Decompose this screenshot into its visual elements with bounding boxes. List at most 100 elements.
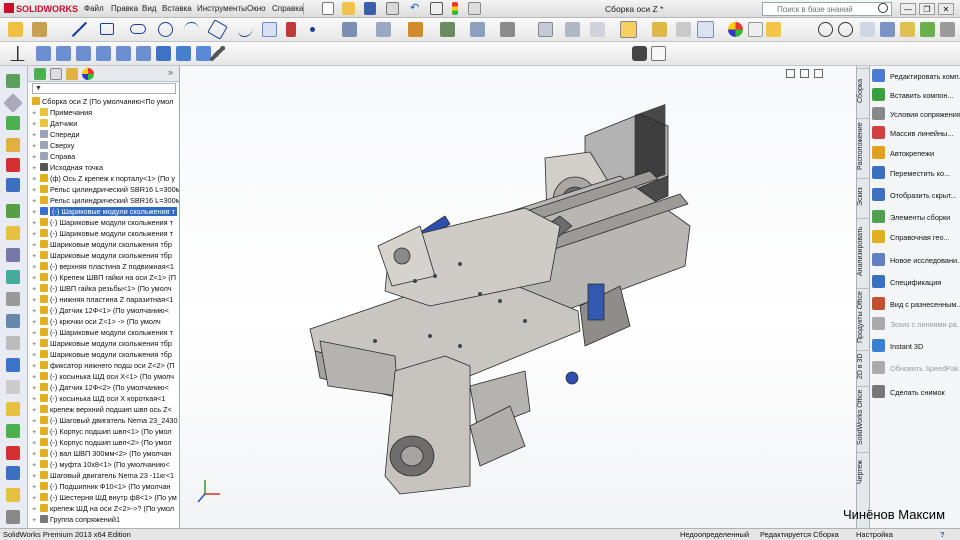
tree-item[interactable]: + (-) верхняя пластина Z подвижная<1 — [28, 261, 179, 272]
bill-of-materials-icon[interactable] — [6, 314, 20, 328]
task-tab[interactable]: SolidWorks Office — [857, 386, 870, 448]
tree-item[interactable]: + (-) Датчик 12Ф<1> (По умолчанию< — [28, 305, 179, 316]
expand-toggle-icon[interactable]: + — [32, 140, 40, 151]
assembly-icon[interactable] — [6, 74, 20, 88]
circle-icon[interactable] — [158, 22, 173, 37]
instant3d-icon[interactable] — [6, 358, 20, 372]
menu-tools[interactable]: Инструменты — [197, 4, 247, 13]
task-pane-item[interactable]: Обновить SpeedPak — [872, 360, 960, 378]
zoom-area-icon[interactable] — [838, 22, 853, 37]
text-icon[interactable] — [286, 22, 296, 37]
view-orientation-icon[interactable] — [880, 22, 895, 37]
tree-item[interactable]: + (-) Шариковые модули скольжения т — [28, 327, 179, 338]
tree-item[interactable]: + (-) муфта 10х8<1> (По умолчанию< — [28, 459, 179, 470]
sensor-icon[interactable] — [6, 402, 20, 416]
expand-toggle-icon[interactable]: + — [32, 294, 40, 305]
expand-toggle-icon[interactable]: + — [32, 228, 40, 239]
mass-properties-icon[interactable] — [6, 510, 20, 524]
interference-icon[interactable] — [6, 424, 20, 438]
spline-icon[interactable] — [238, 22, 253, 37]
display-manager-tab-icon[interactable] — [82, 68, 94, 80]
insert-components-icon[interactable] — [6, 116, 20, 130]
settings-button[interactable]: Настройка — [856, 530, 893, 539]
tree-item[interactable]: + (-) Подшипник Ф10<1> (По умолчан — [28, 481, 179, 492]
component-pattern-icon[interactable] — [6, 158, 20, 172]
menu-file[interactable]: Файл — [84, 4, 104, 13]
front-view-icon[interactable] — [36, 46, 51, 61]
tree-item[interactable]: + Справа — [28, 151, 179, 162]
display-style-icon[interactable] — [900, 22, 915, 37]
point-icon[interactable] — [310, 27, 315, 32]
expand-toggle-icon[interactable]: + — [32, 437, 40, 448]
expand-toggle-icon[interactable]: + — [32, 349, 40, 360]
edit-component-icon[interactable] — [652, 22, 667, 37]
line-icon[interactable] — [72, 22, 87, 37]
rectangle-icon[interactable] — [100, 23, 114, 35]
expand-toggle-icon[interactable]: + — [32, 514, 40, 525]
expand-toggle-icon[interactable]: + — [32, 338, 40, 349]
tree-item[interactable]: + (-) Шариковые модули скольжения т — [28, 228, 179, 239]
task-tab[interactable]: Продукты Office — [857, 288, 870, 346]
expand-toggle-icon[interactable]: + — [32, 316, 40, 327]
tree-item[interactable]: + Шариковые модули скольжения тбр — [28, 250, 179, 261]
task-pane-item[interactable]: Вставить компон... — [872, 87, 960, 105]
task-pane-item[interactable]: Массив линейны... — [872, 125, 960, 143]
arc-icon[interactable] — [184, 22, 199, 37]
expand-toggle-icon[interactable]: + — [32, 404, 40, 415]
task-pane-item[interactable]: Справочная гео... — [872, 229, 960, 247]
menu-insert[interactable]: Вставка — [162, 4, 192, 13]
tree-item[interactable]: + (-) Шаговый двигатель Nema 23_2430 — [28, 415, 179, 426]
menu-view[interactable]: Вид — [142, 4, 156, 13]
file-explorer-icon[interactable] — [766, 22, 781, 37]
task-pane-item[interactable]: Редактировать комп... — [872, 68, 960, 86]
task-pane-item[interactable]: Автокрепежи — [872, 145, 960, 163]
expand-toggle-icon[interactable]: + — [32, 173, 40, 184]
view-settings-icon[interactable] — [940, 22, 955, 37]
tree-item[interactable]: + (-) вал ШВП 300мм<2> (По умолчан — [28, 448, 179, 459]
tree-item[interactable]: + фиксатор нижнего подш оси Z<2> (П — [28, 360, 179, 371]
assembly-features-icon[interactable] — [6, 248, 20, 262]
tree-root[interactable]: Сборка оси Z (По умолчанию<По умол — [28, 96, 179, 107]
expand-toggle-icon[interactable]: + — [32, 250, 40, 261]
task-tab[interactable]: Эскиз — [857, 178, 870, 214]
edit-sketch-icon[interactable] — [3, 93, 23, 113]
back-view-icon[interactable] — [56, 46, 71, 61]
new-motion-study-icon[interactable] — [6, 292, 20, 306]
tree-item[interactable]: + (-) ШВП гайка резьбы<1> (По умолч — [28, 283, 179, 294]
expand-toggle-icon[interactable]: + — [32, 195, 40, 206]
menu-window[interactable]: Окно — [247, 4, 266, 13]
tree-item[interactable]: + Датчики — [28, 118, 179, 129]
tree-item[interactable]: + Сверху — [28, 140, 179, 151]
repair-sketch-icon[interactable] — [565, 22, 580, 37]
options-icon[interactable] — [468, 2, 481, 15]
feature-manager-tab-icon[interactable] — [34, 68, 46, 80]
tree-item[interactable]: + (-) Датчик 12Ф<2> (По умолчанию< — [28, 382, 179, 393]
expand-toggle-icon[interactable]: + — [32, 492, 40, 503]
tree-item[interactable]: + Спереди — [28, 129, 179, 140]
expand-toggle-icon[interactable]: + — [32, 371, 40, 382]
tree-item[interactable]: + (-) нижняя пластина Z паразитная<1 — [28, 294, 179, 305]
link-views-icon[interactable] — [210, 46, 225, 61]
relations-icon[interactable] — [538, 22, 553, 37]
tree-item[interactable]: + Шаговый двигатель Nema 23 -11кг<1 — [28, 470, 179, 481]
task-pane-item[interactable]: Сделать снимок — [872, 384, 960, 402]
tree-item[interactable]: + Шариковые модули скольжения тбр — [28, 349, 179, 360]
task-tab[interactable]: Чертеж — [857, 452, 870, 492]
expand-toggle-icon[interactable]: + — [32, 107, 40, 118]
tree-item[interactable]: + Шариковые модули скольжения тбр — [28, 338, 179, 349]
expand-toggle-icon[interactable]: + — [32, 382, 40, 393]
tree-item[interactable]: + (-) крючки оси Z<1> -> (По умолч — [28, 316, 179, 327]
expand-toggle-icon[interactable]: + — [32, 239, 40, 250]
menu-edit[interactable]: Правка — [111, 4, 138, 13]
help-button[interactable]: ? — [940, 530, 945, 539]
select-arrow-icon[interactable] — [430, 2, 443, 15]
tree-item[interactable]: + (-) Шестерня ШД внутр ф8<1> (По ум — [28, 492, 179, 503]
expand-toggle-icon[interactable]: + — [32, 272, 40, 283]
new-doc-icon[interactable] — [322, 2, 334, 15]
expand-toggle-icon[interactable]: + — [32, 327, 40, 338]
expand-toggle-icon[interactable]: + — [32, 162, 40, 173]
tree-item[interactable]: + (-) Шариковые модули скольжения т — [28, 217, 179, 228]
normal-to-icon[interactable] — [10, 46, 25, 61]
hide-show-icon[interactable] — [676, 22, 691, 37]
task-tab[interactable]: Сборка — [857, 68, 870, 114]
